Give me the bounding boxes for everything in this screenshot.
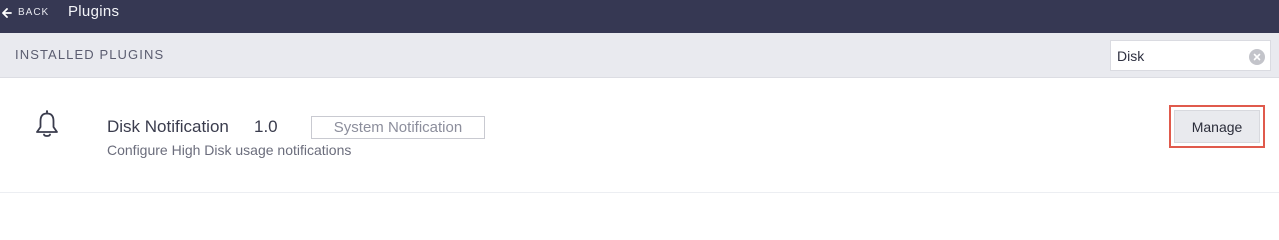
search-box xyxy=(1110,40,1271,71)
installed-plugins-header: INSTALLED PLUGINS xyxy=(0,33,1279,78)
plugin-version: 1.0 xyxy=(254,117,278,136)
plugin-category-badge: System Notification xyxy=(311,116,485,139)
section-title: INSTALLED PLUGINS xyxy=(15,47,165,62)
plugin-name: Disk Notification xyxy=(107,117,229,136)
manage-button[interactable]: Manage xyxy=(1174,110,1260,143)
plugin-description: Configure High Disk usage notifications xyxy=(107,142,352,158)
bell-icon xyxy=(36,110,58,137)
top-bar: BACK Plugins xyxy=(0,0,1279,33)
page-title: Plugins xyxy=(68,3,120,20)
arrow-left-icon xyxy=(2,8,12,18)
back-label: BACK xyxy=(18,7,50,18)
plugin-row: Disk Notification 1.0 System Notificatio… xyxy=(0,78,1279,193)
search-input[interactable] xyxy=(1117,46,1247,66)
clear-search-icon[interactable] xyxy=(1249,49,1265,65)
back-button[interactable]: BACK xyxy=(2,7,49,19)
